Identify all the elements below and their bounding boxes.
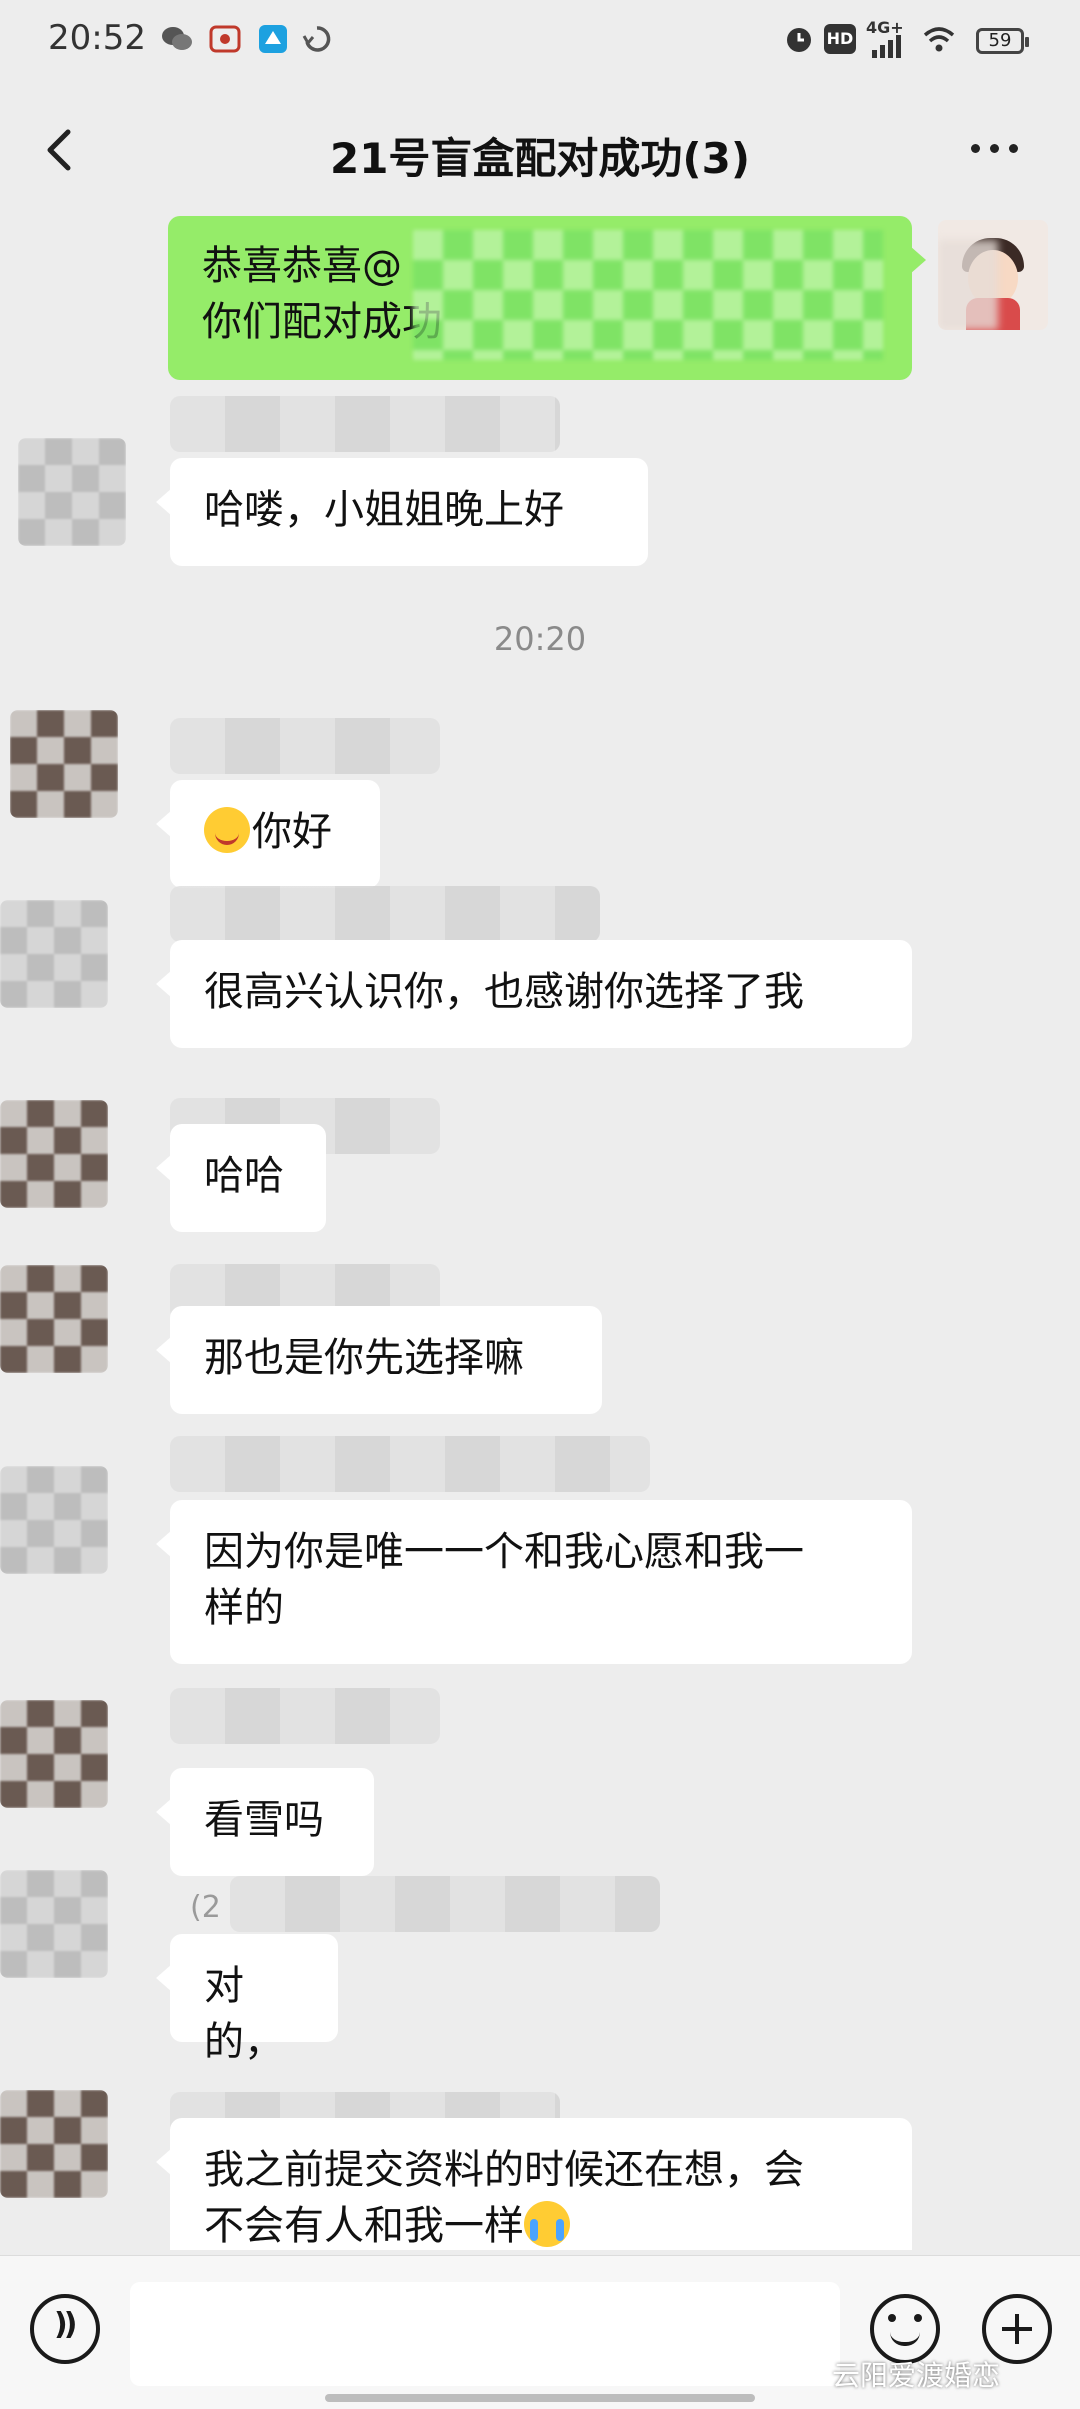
smile-emoji-icon [204,807,250,853]
battery-indicator: 59 [976,28,1029,54]
chat-title: 21号盲盒配对成功(3) [329,134,751,183]
sender-name-blurred [170,886,600,942]
more-options-icon[interactable] [966,138,1036,178]
message-bubble[interactable]: 那也是你先选择嘛 [156,1306,602,1414]
crying-emoji-icon [524,2201,570,2247]
message-bubble[interactable]: 很高兴认识你，也感谢你选择了我 [156,940,912,1048]
message-line: 我之前提交资料的时候还在想，会 [204,2147,804,2193]
clock: 20:52 [48,18,146,58]
sender-name-blurred [170,396,560,452]
sender-name-blurred [170,1688,440,1744]
avatar[interactable] [0,1100,108,1208]
message-text: 你好 [252,809,332,855]
message-line: 样的 [204,1585,284,1631]
chat-header: 21号盲盒配对成功(3) [0,80,1080,220]
wechat-icon [162,27,192,50]
app-notification-icon [259,25,287,53]
sender-name-partial: (2 [190,1890,221,1925]
alarm-icon [787,28,811,52]
avatar-self[interactable] [938,220,1048,330]
voice-input-icon[interactable] [30,2294,100,2364]
app-notification-icon [209,25,241,53]
message-list[interactable]: 恭喜恭喜@ 你们配对成功 哈喽，小姐姐晚上好 20:20 你好 很高兴认识你，也… [0,210,1080,2250]
message-line: 因为你是唯一一个和我心愿和我一 [204,1529,804,1575]
avatar[interactable] [18,438,126,546]
message-bubble[interactable]: 你好 [156,780,380,888]
avatar[interactable] [10,710,118,818]
wifi-icon [923,27,955,52]
message-bubble[interactable]: 因为你是唯一一个和我心愿和我一 样的 [156,1500,912,1664]
home-indicator[interactable] [325,2394,755,2402]
avatar[interactable] [0,1870,108,1978]
avatar[interactable] [0,2090,108,2198]
message-bubble[interactable]: 恭喜恭喜@ 你们配对成功 [168,216,926,380]
message-input[interactable] [130,2282,840,2386]
sender-name-blurred [170,718,440,774]
avatar[interactable] [0,1265,108,1373]
message-bubble[interactable]: 对的， [156,1934,338,2065]
watermark: 云阳爱渡婚恋 [832,2359,1001,2392]
status-bar: 20:52 HD 4G+ 59 [0,0,1080,80]
avatar[interactable] [0,1466,108,1574]
message-bubble[interactable]: 哈喽，小姐姐晚上好 [156,458,648,566]
message-bubble[interactable]: 我之前提交资料的时候还在想，会 不会有人和我一样 [156,2118,912,2250]
sender-name-blurred [230,1876,660,1932]
privacy-mosaic [413,230,883,360]
sender-name-blurred [170,1436,650,1492]
avatar[interactable] [0,900,108,1008]
avatar[interactable] [0,1700,108,1808]
hd-badge: HD [824,24,856,54]
sync-icon [302,26,331,52]
message-bubble[interactable]: 看雪吗 [156,1768,374,1876]
timestamp: 20:20 [493,620,587,658]
message-bubble[interactable]: 哈哈 [156,1124,326,1232]
input-toolbar: 云阳爱渡婚恋 [0,2255,1080,2409]
signal-icon [872,35,901,58]
message-line: 不会有人和我一样 [204,2203,524,2249]
